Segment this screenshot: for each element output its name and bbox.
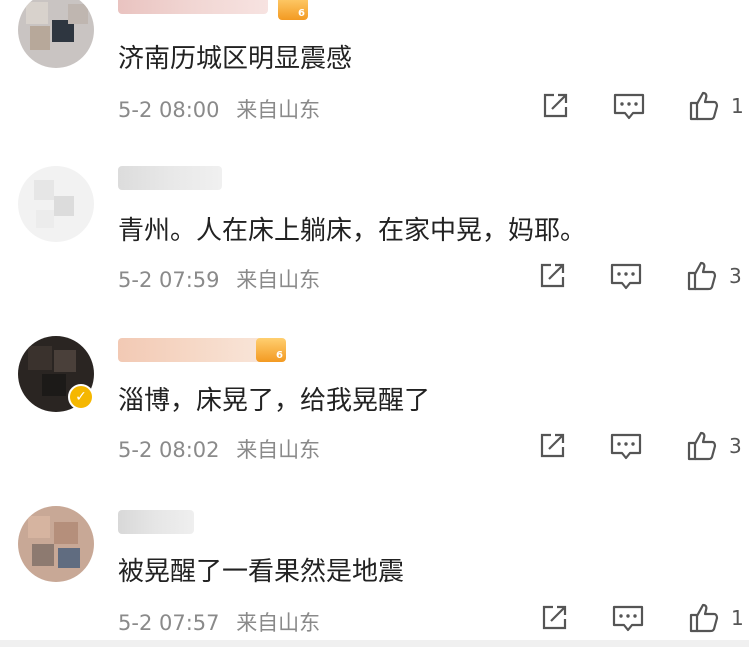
like-count: 1 [731,606,744,630]
comment-date: 5-2 07:59 [118,268,220,292]
comment-location: 来自山东 [236,438,321,462]
vip-level-badge: 6 [256,338,286,362]
like-count: 3 [729,434,742,458]
username-blurred[interactable] [118,510,194,534]
share-icon[interactable] [540,604,568,632]
share-icon[interactable] [538,262,566,290]
username-blurred[interactable] [118,166,222,190]
comment-text: 淄博，床晃了，给我晃醒了 [118,386,431,416]
comment-item: 被晃醒了一看果然是地震 5-2 07:57 来自山东 1 [0,0,749,635]
comment-meta: 5-2 07:59 来自山东 [118,264,320,294]
comment-date: 5-2 08:02 [118,438,220,462]
verified-badge: ✓ [68,384,94,410]
comment-text: 青州。人在床上躺床，在家中晃，妈耶。 [118,216,587,246]
username-blurred[interactable] [118,338,268,362]
comment-meta: 5-2 08:02 来自山东 [118,434,320,464]
avatar[interactable] [18,166,94,242]
like-icon[interactable] [686,430,718,462]
comment-icon[interactable] [612,604,644,634]
like-icon[interactable] [686,260,718,292]
like-icon[interactable] [688,602,720,634]
comment-location: 来自山东 [236,611,321,635]
share-icon[interactable] [538,432,566,460]
comment-date: 5-2 07:57 [118,611,220,635]
like-count: 3 [729,264,742,288]
level-number: 6 [276,350,283,361]
comment-location: 来自山东 [236,268,321,292]
comment-meta: 5-2 07:57 来自山东 [118,607,320,637]
avatar[interactable] [18,506,94,582]
comment-icon[interactable] [610,432,642,462]
comment-text: 被晃醒了一看果然是地震 [118,557,405,587]
divider [0,640,749,647]
comment-icon[interactable] [610,262,642,292]
